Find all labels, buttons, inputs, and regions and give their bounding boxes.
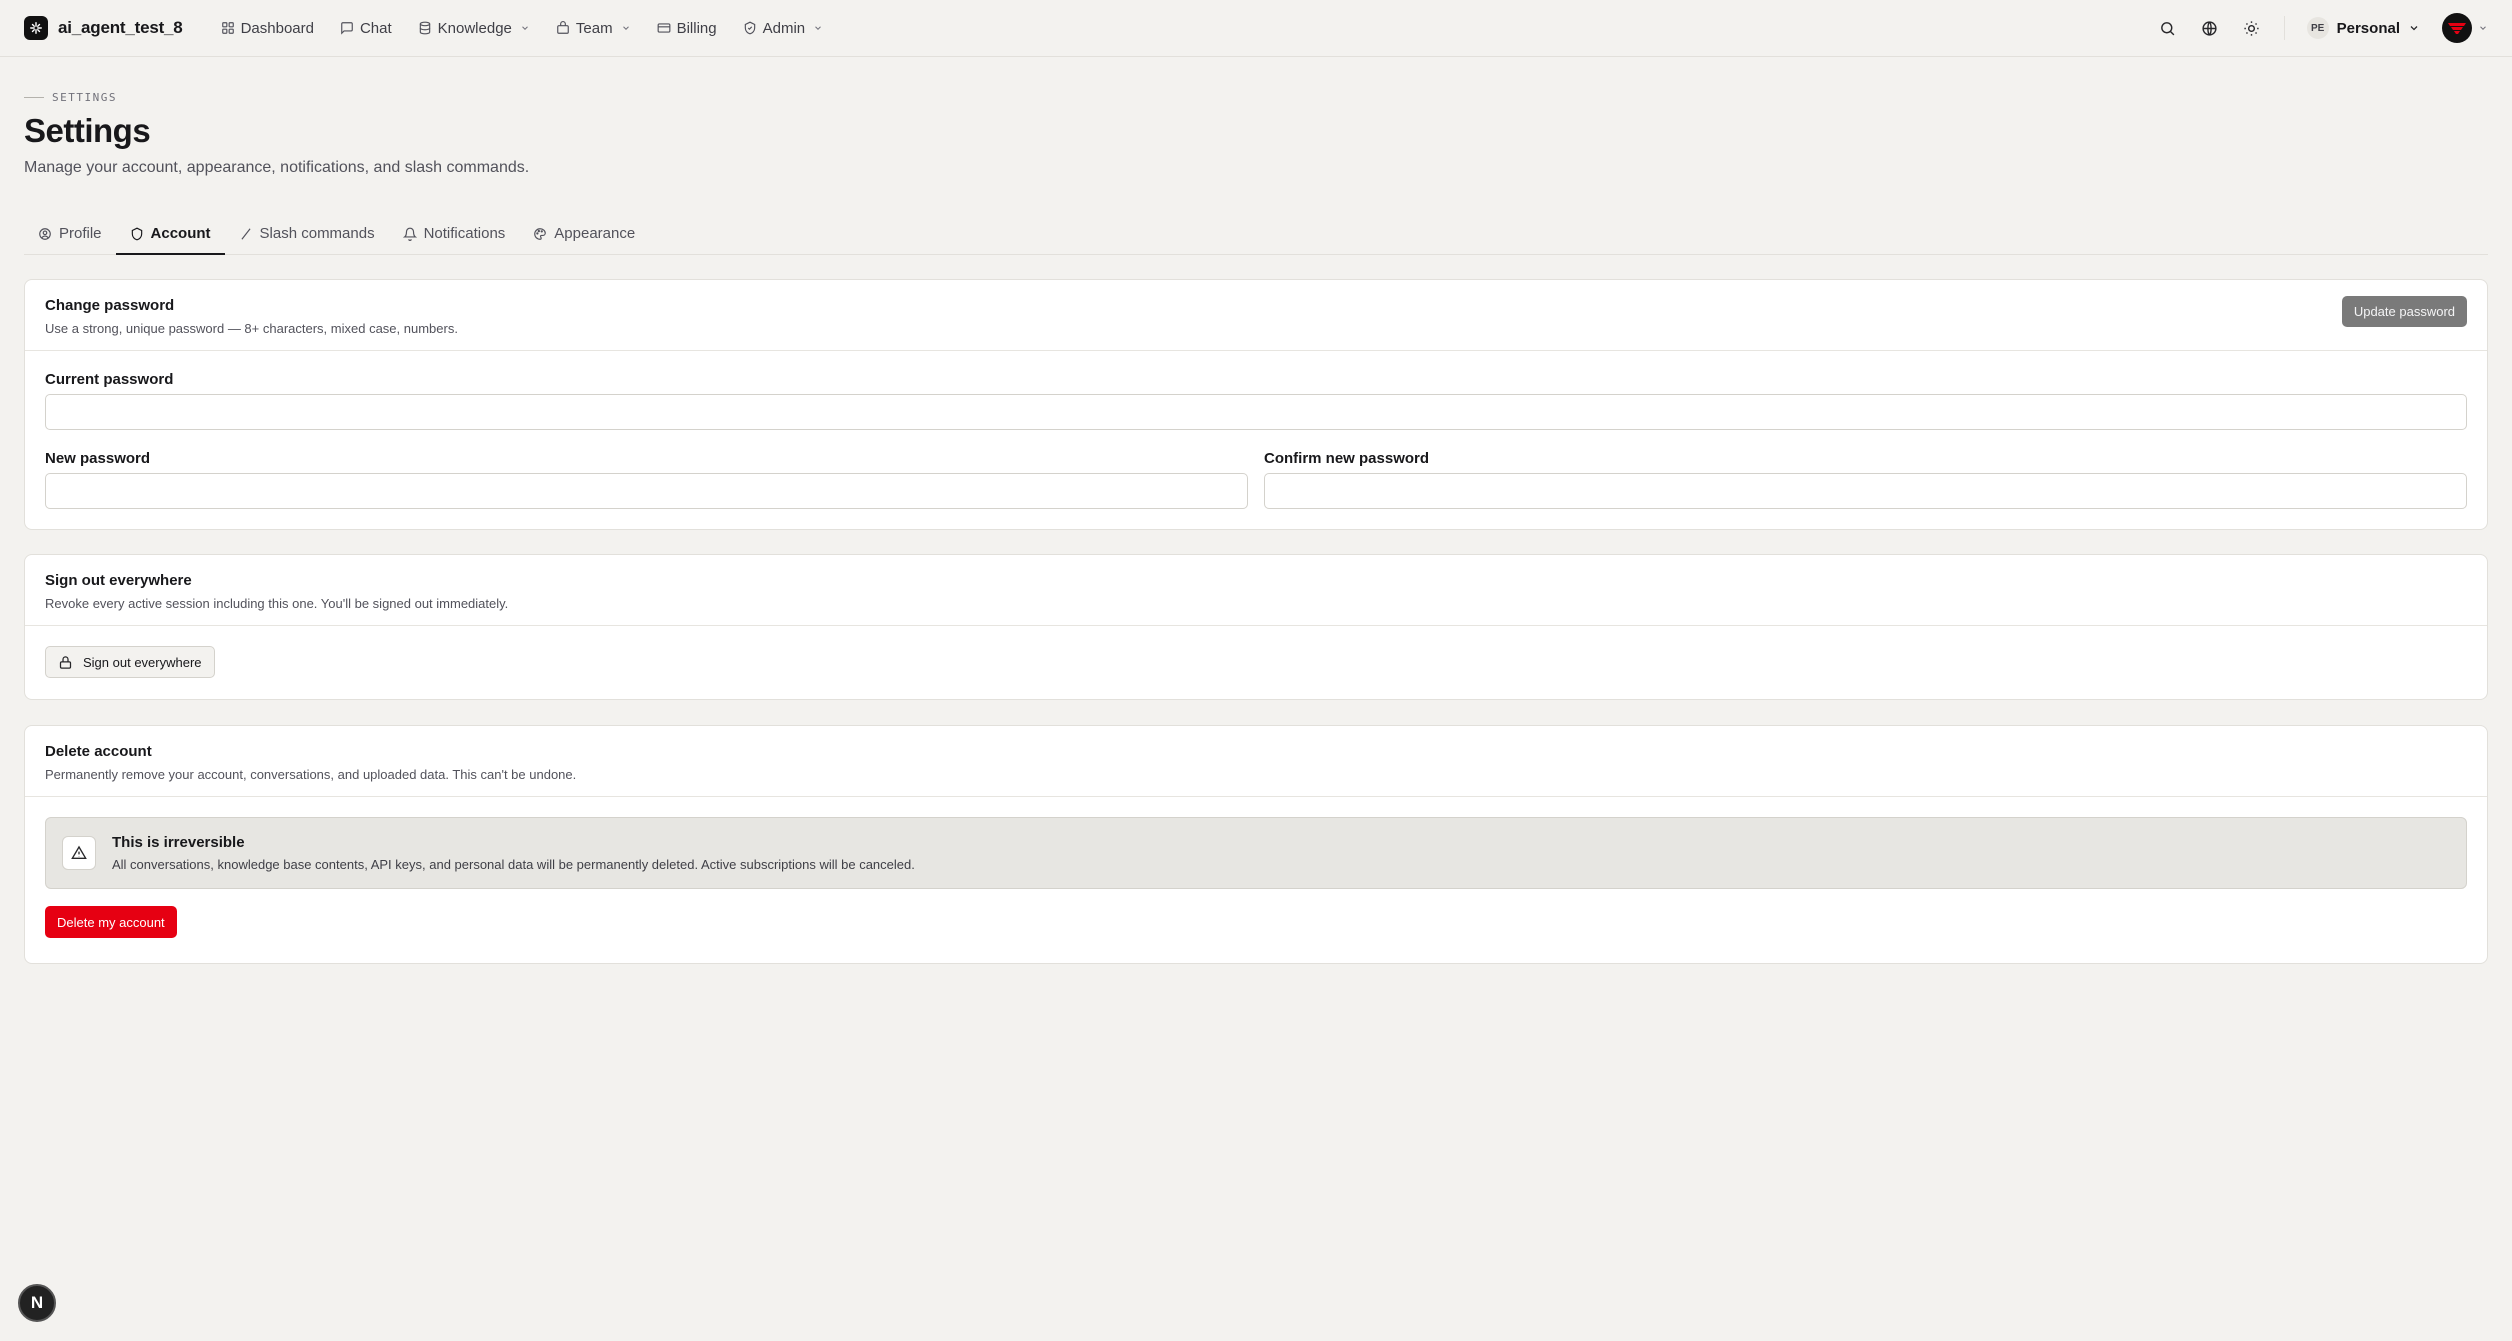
sun-icon: [2244, 20, 2259, 36]
card-description: Use a strong, unique password — 8+ chara…: [45, 321, 458, 336]
avatar: [2442, 13, 2472, 43]
shield-icon: [131, 227, 142, 240]
sign-out-card: Sign out everywhere Revoke every active …: [24, 554, 2488, 700]
language-button[interactable]: [2200, 18, 2220, 38]
nav-item-billing[interactable]: Billing: [647, 14, 727, 43]
tab-slash-commands[interactable]: Slash commands: [225, 225, 389, 254]
nav-item-label: Billing: [676, 19, 717, 37]
warning-title: This is irreversible: [112, 834, 245, 851]
database-icon: [419, 21, 430, 35]
page-title: Settings: [24, 112, 151, 149]
nav-item-label: Admin: [762, 19, 806, 37]
card-icon: [657, 23, 670, 33]
nav-item-admin[interactable]: Admin: [733, 14, 834, 43]
nav-item-label: Dashboard: [240, 19, 314, 37]
tab-appearance[interactable]: Appearance: [519, 225, 649, 254]
confirm-password-label: Confirm new password: [1264, 450, 1430, 467]
tab-profile[interactable]: Profile: [24, 225, 116, 254]
team-icon: [557, 21, 569, 34]
card-description: Revoke every active session including th…: [45, 596, 509, 611]
nav-item-chat[interactable]: Chat: [330, 14, 402, 43]
brand[interactable]: ai_agent_test_8: [24, 16, 183, 40]
tab-notifications[interactable]: Notifications: [389, 225, 520, 254]
delete-account-button[interactable]: Delete my account: [45, 906, 177, 938]
tab-account[interactable]: Account: [115, 225, 225, 255]
topbar-actions: PE Personal: [2158, 13, 2488, 43]
search-icon: [2161, 21, 2175, 35]
chevron-down-icon: [622, 26, 629, 30]
slash-icon: [240, 227, 251, 240]
eyebrow-line: [24, 97, 44, 98]
globe-icon: [2202, 20, 2217, 36]
sign-out-everywhere-button[interactable]: Sign out everywhere: [45, 646, 215, 678]
card-description: Permanently remove your account, convers…: [45, 767, 577, 782]
workspace-badge: PE: [2306, 17, 2329, 39]
eyebrow-label: SETTINGS: [52, 91, 117, 104]
update-password-button[interactable]: Update password: [2341, 296, 2467, 327]
avatar-logo-icon: [2448, 23, 2466, 34]
grid-icon: [221, 22, 234, 34]
nav-item-knowledge[interactable]: Knowledge: [408, 14, 540, 43]
new-password-row: New password Confirm new password: [45, 450, 2467, 509]
warning-text: All conversations, knowledge base conten…: [112, 857, 915, 872]
button-label: Sign out everywhere: [83, 654, 202, 670]
nav-item-label: Team: [575, 19, 613, 37]
warning-content: This is irreversible All conversations, …: [112, 834, 915, 872]
card-body: This is irreversible All conversations, …: [25, 797, 2487, 958]
card-header: Change password Use a strong, unique pas…: [25, 280, 2487, 351]
nav-item-label: Chat: [359, 19, 392, 37]
nav-item-dashboard[interactable]: Dashboard: [211, 14, 324, 43]
top-nav-bar: ai_agent_test_8 Dashboard Chat Knowledge…: [0, 0, 2512, 57]
user-menu[interactable]: [2442, 13, 2488, 43]
current-password-label: Current password: [45, 371, 174, 388]
bell-icon: [402, 227, 417, 241]
chevron-down-icon: [2480, 26, 2486, 30]
card-body: Current password New password Confirm ne…: [25, 351, 2487, 529]
theme-toggle-button[interactable]: [2242, 18, 2262, 38]
app-logo-icon: [24, 16, 48, 40]
card-body: Sign out everywhere: [25, 626, 2487, 698]
confirm-password-group: Confirm new password: [1264, 450, 2467, 509]
chat-icon: [341, 22, 353, 35]
card-title: Change password: [45, 297, 175, 314]
floating-action-button[interactable]: N: [18, 1284, 56, 1322]
main-nav: Dashboard Chat Knowledge Team Billing Ad…: [211, 14, 834, 43]
card-header: Delete account Permanently remove your a…: [25, 726, 2487, 797]
confirm-password-input[interactable]: [1264, 473, 2467, 509]
new-password-label: New password: [45, 450, 151, 467]
page-eyebrow: SETTINGS: [24, 91, 117, 104]
app-name: ai_agent_test_8: [58, 18, 183, 37]
current-password-input[interactable]: [45, 394, 2467, 430]
tab-label: Profile: [59, 225, 102, 242]
irreversible-warning: This is irreversible All conversations, …: [45, 817, 2467, 889]
card-title: Sign out everywhere: [45, 572, 192, 589]
warning-icon: [62, 836, 96, 870]
user-circle-icon: [39, 227, 51, 240]
workspace-label: Personal: [2336, 19, 2400, 37]
tab-label: Appearance: [554, 225, 636, 242]
workspace-switcher[interactable]: PE Personal: [2306, 17, 2420, 39]
palette-icon: [534, 227, 547, 240]
tab-label: Account: [150, 225, 211, 242]
nav-item-label: Knowledge: [437, 19, 512, 37]
tab-label: Slash commands: [259, 225, 375, 242]
new-password-group: New password: [45, 450, 1248, 509]
change-password-card: Change password Use a strong, unique pas…: [24, 279, 2488, 530]
shield-icon: [744, 21, 755, 35]
new-password-input[interactable]: [45, 473, 1248, 509]
chevron-down-icon: [2410, 26, 2418, 31]
delete-account-card: Delete account Permanently remove your a…: [24, 725, 2488, 964]
chevron-down-icon: [522, 26, 528, 30]
page-subtitle: Manage your account, appearance, notific…: [24, 159, 530, 176]
divider: [2283, 16, 2285, 40]
card-title: Delete account: [45, 743, 152, 760]
card-header: Sign out everywhere Revoke every active …: [25, 555, 2487, 626]
tab-label: Notifications: [423, 225, 506, 242]
search-button[interactable]: [2158, 18, 2178, 38]
lock-icon: [59, 655, 72, 669]
settings-tabs: Profile Account Slash commands Notificat…: [24, 218, 2488, 255]
chevron-down-icon: [815, 26, 822, 30]
nav-item-team[interactable]: Team: [546, 14, 641, 43]
fab-label: N: [30, 1293, 44, 1312]
